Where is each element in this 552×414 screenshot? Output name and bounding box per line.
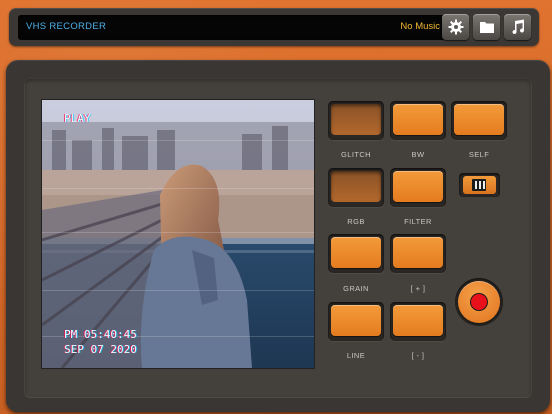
- filter-button[interactable]: [390, 168, 446, 207]
- osd-mode-label: PLAY: [64, 112, 91, 125]
- increase-button[interactable]: [390, 234, 446, 273]
- toggle-knob[interactable]: [472, 179, 486, 191]
- settings-button[interactable]: [442, 14, 469, 40]
- glitch-label: GLITCH: [341, 150, 371, 159]
- osd-date-label: SEP 07 2020: [64, 343, 137, 356]
- bw-label: BW: [411, 150, 425, 159]
- toggle-body: [463, 176, 496, 194]
- music-status: No Music: [400, 21, 440, 32]
- decrease-button-face[interactable]: [393, 305, 443, 336]
- music-note-icon: [512, 19, 524, 35]
- record-button-ring: [455, 278, 503, 326]
- folder-icon: [479, 22, 494, 33]
- increase-button-face[interactable]: [393, 237, 443, 268]
- rgb-button[interactable]: [328, 168, 384, 207]
- line-label: LINE: [346, 351, 366, 360]
- gear-icon: [448, 19, 463, 35]
- music-button[interactable]: [504, 14, 531, 40]
- self-button-face[interactable]: [454, 104, 504, 135]
- self-button[interactable]: [451, 101, 507, 140]
- rgb-button-face[interactable]: [331, 171, 381, 202]
- camera-switch-toggle[interactable]: [459, 173, 500, 197]
- status-display: VHS RECORDER No Music: [18, 15, 447, 40]
- grain-button-face[interactable]: [331, 237, 381, 268]
- grain-label: GRAIN: [343, 284, 369, 293]
- bw-button[interactable]: [390, 101, 446, 140]
- glitch-button[interactable]: [328, 101, 384, 140]
- app-title: VHS RECORDER: [26, 21, 107, 32]
- record-button[interactable]: [458, 281, 500, 323]
- filter-button-face[interactable]: [393, 171, 443, 202]
- record-dot-icon: [471, 294, 487, 310]
- increase-label: [ + ]: [410, 284, 426, 293]
- bw-button-face[interactable]: [393, 104, 443, 135]
- rgb-label: RGB: [347, 217, 365, 226]
- grain-button[interactable]: [328, 234, 384, 273]
- decrease-button[interactable]: [390, 302, 446, 341]
- line-button[interactable]: [328, 302, 384, 341]
- camera-viewport[interactable]: PLAY PM 05:40:45 SEP 07 2020: [42, 100, 314, 368]
- decrease-label: [ - ]: [411, 351, 425, 360]
- osd-time-label: PM 05:40:45: [64, 328, 137, 341]
- self-label: SELF: [468, 150, 490, 159]
- line-button-face[interactable]: [331, 305, 381, 336]
- folder-button[interactable]: [473, 14, 500, 40]
- glitch-button-face[interactable]: [331, 104, 381, 135]
- top-bar: VHS RECORDER No Music: [9, 8, 539, 46]
- filter-label: FILTER: [404, 217, 432, 226]
